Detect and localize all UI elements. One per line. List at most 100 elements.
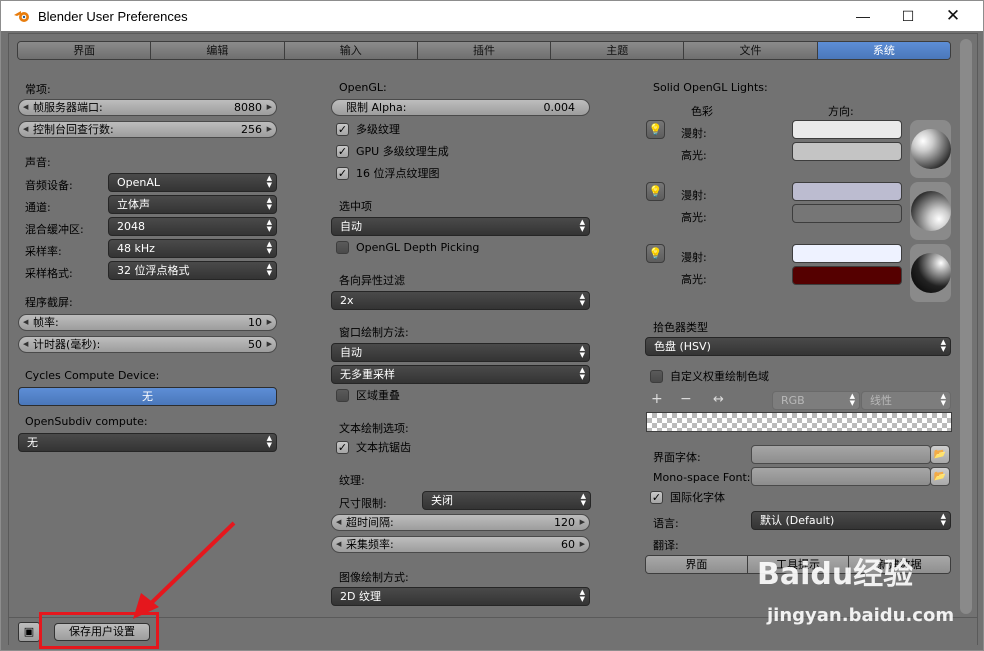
channels-select[interactable]: 立体声 ▲ ▼ [108, 195, 277, 214]
fps-label: 帧率: [33, 316, 59, 329]
depth-picking-checkbox[interactable]: OpenGL Depth Picking [336, 241, 479, 255]
tab-input[interactable]: 输入 [284, 42, 418, 59]
cycles-device-button[interactable]: 无 [18, 387, 277, 406]
window-draw-select[interactable]: 自动 ▲ ▼ [331, 343, 590, 362]
light3-direction-sphere[interactable] [911, 253, 951, 293]
text-antialias-checkbox[interactable]: ✓ 文本抗锯齿 [336, 441, 411, 455]
region-overlap-label: 区域重叠 [356, 389, 400, 402]
gpu-mipmap-label: GPU 多级纹理生成 [356, 145, 449, 158]
interface-font-label: 界面字体: [653, 451, 701, 464]
light-bulb-icon[interactable]: 💡 [646, 120, 665, 139]
light1-specular-swatch[interactable] [792, 142, 902, 161]
light2-direction-sphere[interactable] [911, 191, 951, 231]
updown-arrow-icon: ▲ ▼ [579, 218, 585, 233]
selection-select[interactable]: 自动 ▲ ▼ [331, 217, 590, 236]
updown-arrow-icon: ▲ ▼ [266, 262, 272, 277]
opensubdiv-header: OpenSubdiv compute: [25, 415, 148, 428]
preferences-tabs: 界面 编辑 输入 插件 主题 文件 系统 [17, 41, 951, 60]
editor-type-icon[interactable]: ▣ [18, 622, 40, 642]
light2-diffuse-swatch[interactable] [792, 182, 902, 201]
light3-diffuse-swatch[interactable] [792, 244, 902, 263]
add-icon[interactable]: + [651, 391, 663, 407]
intl-fonts-checkbox[interactable]: ✓ 国际化字体 [650, 491, 725, 505]
updown-arrow-icon: ▲ ▼ [579, 292, 585, 307]
flip-icon[interactable]: ↔ [713, 392, 724, 407]
light2-specular-swatch[interactable] [792, 204, 902, 223]
direction-header: 方向: [828, 105, 854, 118]
gpu-mipmap-checkbox[interactable]: ✓ GPU 多级纹理生成 [336, 145, 449, 159]
wait-timer-value: 50 [248, 338, 262, 351]
image-draw-header: 图像绘制方式: [339, 571, 409, 584]
updown-arrow-icon: ▲ ▼ [266, 240, 272, 255]
tab-addons[interactable]: 插件 [417, 42, 552, 59]
fps-field[interactable]: ◀ 帧率: 10 ▶ [18, 314, 277, 331]
float-textures-checkbox[interactable]: ✓ 16 位浮点纹理图 [336, 167, 440, 181]
wait-timer-label: 计时器(毫秒): [33, 338, 101, 351]
wait-timer-field[interactable]: ◀ 计时器(毫秒): 50 ▶ [18, 336, 277, 353]
image-draw-select[interactable]: 2D 纹理 ▲ ▼ [331, 587, 590, 606]
mipmaps-checkbox[interactable]: ✓ 多级纹理 [336, 123, 400, 137]
sample-rate-select[interactable]: 48 kHz ▲ ▼ [108, 239, 277, 258]
maximize-icon[interactable]: ☐ [886, 1, 930, 31]
image-draw-value: 2D 纹理 [340, 590, 381, 603]
updown-arrow-icon: ▲ ▼ [266, 174, 272, 189]
minimize-icon[interactable]: — [841, 1, 885, 31]
mix-buffer-select[interactable]: 2048 ▲ ▼ [108, 217, 277, 236]
folder-icon[interactable]: 📂 [930, 467, 950, 486]
color-picker-select[interactable]: 色盘 (HSV) ▲ ▼ [645, 337, 951, 356]
opensubdiv-select[interactable]: 无 ▲ ▼ [18, 433, 277, 452]
tab-system[interactable]: 系统 [817, 42, 950, 59]
frame-server-port-field[interactable]: ◀ 帧服务器端口: 8080 ▶ [18, 99, 277, 116]
close-icon[interactable]: ✕ [931, 1, 975, 31]
anisotropic-header: 各向异性过滤 [339, 274, 405, 287]
light3-specular-swatch[interactable] [792, 266, 902, 285]
tab-interface[interactable]: 界面 [18, 42, 152, 59]
collection-rate-field[interactable]: ◀ 采集频率: 60 ▶ [331, 536, 590, 553]
checkmark-icon: ✓ [650, 491, 663, 504]
sample-format-select[interactable]: 32 位浮点格式 ▲ ▼ [108, 261, 277, 280]
interface-font-field[interactable] [751, 445, 931, 464]
timeout-field[interactable]: ◀ 超时间隔: 120 ▶ [331, 514, 590, 531]
mono-font-field[interactable] [751, 467, 931, 486]
light-bulb-icon[interactable]: 💡 [646, 244, 665, 263]
cycles-device-value: 无 [142, 390, 153, 403]
checkmark-icon: ✓ [336, 167, 349, 180]
sample-rate-value: 48 kHz [117, 242, 155, 255]
multisample-select[interactable]: 无多重采样 ▲ ▼ [331, 365, 590, 384]
anisotropic-select[interactable]: 2x ▲ ▼ [331, 291, 590, 310]
tab-editing[interactable]: 编辑 [151, 42, 285, 59]
color-ramp-preview[interactable] [646, 412, 952, 432]
color-space-select[interactable]: RGB ▲ ▼ [772, 391, 860, 410]
region-overlap-checkbox[interactable]: 区域重叠 [336, 389, 400, 403]
remove-icon[interactable]: − [680, 391, 692, 407]
intl-fonts-label: 国际化字体 [670, 491, 725, 504]
light-bulb-icon[interactable]: 💡 [646, 182, 665, 201]
anisotropic-value: 2x [340, 294, 354, 307]
color-space-value: RGB [781, 394, 805, 407]
vertical-scrollbar[interactable] [960, 39, 972, 614]
tab-themes[interactable]: 主题 [551, 42, 685, 59]
text-antialias-label: 文本抗锯齿 [356, 441, 411, 454]
tab-file[interactable]: 文件 [684, 42, 818, 59]
audio-device-label: 音频设备: [25, 179, 73, 192]
size-limit-select[interactable]: 关闭 ▲ ▼ [422, 491, 591, 510]
title-bar: Blender User Preferences — ☐ ✕ [1, 1, 983, 31]
audio-device-value: OpenAL [117, 176, 161, 189]
clip-alpha-field[interactable]: 限制 Alpha: 0.004 [331, 99, 590, 116]
folder-icon[interactable]: 📂 [930, 445, 950, 464]
console-scrollback-field[interactable]: ◀ 控制台回查行数: 256 ▶ [18, 121, 277, 138]
custom-weight-checkbox[interactable]: 自定义权重绘制色域 [650, 370, 769, 384]
collection-rate-value: 60 [561, 538, 575, 551]
general-header: 常项: [25, 83, 51, 96]
language-select[interactable]: 默认 (Default) ▲ ▼ [751, 511, 951, 530]
light1-diffuse-swatch[interactable] [792, 120, 902, 139]
interpolation-select[interactable]: 线性 ▲ ▼ [861, 391, 951, 410]
translate-interface-button[interactable]: 界面 [646, 556, 748, 573]
cycles-device-header: Cycles Compute Device: [25, 369, 160, 382]
solid-lights-header: Solid OpenGL Lights: [653, 81, 768, 94]
frame-server-port-value: 8080 [234, 101, 262, 114]
audio-device-select[interactable]: OpenAL ▲ ▼ [108, 173, 277, 192]
light1-direction-sphere[interactable] [911, 129, 951, 169]
channels-value: 立体声 [117, 198, 150, 211]
float-textures-label: 16 位浮点纹理图 [356, 167, 440, 180]
